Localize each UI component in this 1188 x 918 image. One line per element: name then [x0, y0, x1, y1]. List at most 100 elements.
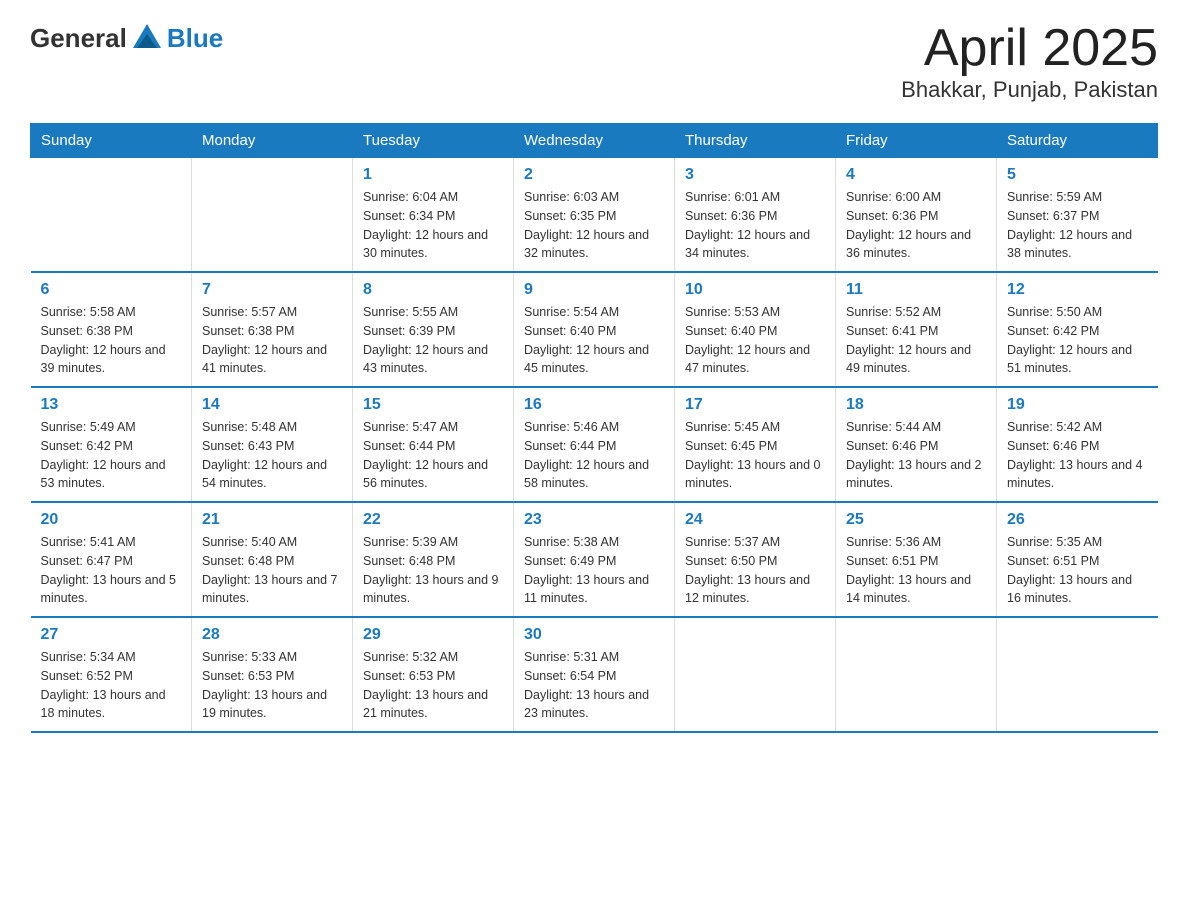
calendar-cell: 16Sunrise: 5:46 AMSunset: 6:44 PMDayligh…	[514, 387, 675, 502]
day-info: Sunrise: 6:04 AMSunset: 6:34 PMDaylight:…	[363, 188, 503, 263]
calendar-cell: 29 Sunrise: 5:32 AMSunset: 6:53 PMDayligh…	[353, 617, 514, 732]
logo-text-general: General	[30, 23, 127, 54]
calendar-cell: 2 Sunrise: 6:03 AMSunset: 6:35 PMDaylight…	[514, 158, 675, 273]
calendar-cell: 5Sunrise: 5:59 AMSunset: 6:37 PMDaylight…	[997, 158, 1158, 273]
day-info: Sunrise: 5:45 AMSunset: 6:45 PMDaylight:…	[685, 418, 825, 493]
day-number: 21	[202, 511, 342, 529]
calendar-table: SundayMondayTuesdayWednesdayThursdayFrid…	[30, 123, 1158, 733]
header-day-friday: Friday	[836, 124, 997, 158]
day-number: 12	[1007, 281, 1148, 299]
day-number: 27	[41, 626, 182, 644]
day-number: 17	[685, 396, 825, 414]
day-number: 13	[41, 396, 182, 414]
day-info: Sunrise: 5:48 AMSunset: 6:43 PMDaylight:…	[202, 418, 342, 493]
calendar-cell: 19Sunrise: 5:42 AMSunset: 6:46 PMDayligh…	[997, 387, 1158, 502]
day-info: Sunrise: 5:34 AMSunset: 6:52 PMDaylight:…	[41, 648, 182, 723]
day-info: Sunrise: 5:54 AMSunset: 6:40 PMDaylight:…	[524, 303, 664, 378]
logo-icon	[129, 20, 165, 56]
calendar-week-2: 6Sunrise: 5:58 AMSunset: 6:38 PMDaylight…	[31, 272, 1158, 387]
calendar-cell	[836, 617, 997, 732]
calendar-cell: 13 Sunrise: 5:49 AMSunset: 6:42 PMDayligh…	[31, 387, 192, 502]
calendar-cell: 25Sunrise: 5:36 AMSunset: 6:51 PMDayligh…	[836, 502, 997, 617]
calendar-body: 1 Sunrise: 6:04 AMSunset: 6:34 PMDaylight…	[31, 158, 1158, 733]
calendar-cell: 8 Sunrise: 5:55 AMSunset: 6:39 PMDaylight…	[353, 272, 514, 387]
calendar-cell: 23Sunrise: 5:38 AMSunset: 6:49 PMDayligh…	[514, 502, 675, 617]
day-number: 1	[363, 166, 503, 184]
day-info: Sunrise: 5:57 AMSunset: 6:38 PMDaylight:…	[202, 303, 342, 378]
header-row: SundayMondayTuesdayWednesdayThursdayFrid…	[31, 124, 1158, 158]
day-info: Sunrise: 5:37 AMSunset: 6:50 PMDaylight:…	[685, 533, 825, 608]
header-day-sunday: Sunday	[31, 124, 192, 158]
day-info: Sunrise: 5:55 AMSunset: 6:39 PMDaylight:…	[363, 303, 503, 378]
day-info: Sunrise: 5:39 AMSunset: 6:48 PMDaylight:…	[363, 533, 503, 608]
calendar-header: SundayMondayTuesdayWednesdayThursdayFrid…	[31, 124, 1158, 158]
calendar-cell: 27 Sunrise: 5:34 AMSunset: 6:52 PMDayligh…	[31, 617, 192, 732]
day-info: Sunrise: 5:33 AMSunset: 6:53 PMDaylight:…	[202, 648, 342, 723]
day-number: 19	[1007, 396, 1148, 414]
day-info: Sunrise: 5:31 AMSunset: 6:54 PMDaylight:…	[524, 648, 664, 723]
calendar-cell: 24 Sunrise: 5:37 AMSunset: 6:50 PMDayligh…	[675, 502, 836, 617]
day-number: 22	[363, 511, 503, 529]
header-day-saturday: Saturday	[997, 124, 1158, 158]
calendar-cell: 14 Sunrise: 5:48 AMSunset: 6:43 PMDayligh…	[192, 387, 353, 502]
calendar-cell	[675, 617, 836, 732]
day-info: Sunrise: 5:47 AMSunset: 6:44 PMDaylight:…	[363, 418, 503, 493]
day-number: 10	[685, 281, 825, 299]
calendar-cell: 18 Sunrise: 5:44 AMSunset: 6:46 PMDayligh…	[836, 387, 997, 502]
title-block: April 2025 Bhakkar, Punjab, Pakistan	[901, 20, 1158, 103]
calendar-cell: 30 Sunrise: 5:31 AMSunset: 6:54 PMDayligh…	[514, 617, 675, 732]
day-number: 25	[846, 511, 986, 529]
calendar-week-3: 13 Sunrise: 5:49 AMSunset: 6:42 PMDayligh…	[31, 387, 1158, 502]
calendar-cell: 21Sunrise: 5:40 AMSunset: 6:48 PMDayligh…	[192, 502, 353, 617]
day-number: 3	[685, 166, 825, 184]
day-number: 26	[1007, 511, 1148, 529]
day-number: 23	[524, 511, 664, 529]
calendar-cell: 15 Sunrise: 5:47 AMSunset: 6:44 PMDayligh…	[353, 387, 514, 502]
day-info: Sunrise: 5:32 AMSunset: 6:53 PMDaylight:…	[363, 648, 503, 723]
day-number: 15	[363, 396, 503, 414]
header-day-thursday: Thursday	[675, 124, 836, 158]
page-header: General Blue April 2025 Bhakkar, Punjab,…	[30, 20, 1158, 103]
day-info: Sunrise: 6:00 AMSunset: 6:36 PMDaylight:…	[846, 188, 986, 263]
day-info: Sunrise: 6:03 AMSunset: 6:35 PMDaylight:…	[524, 188, 664, 263]
calendar-cell	[192, 158, 353, 273]
calendar-cell: 6Sunrise: 5:58 AMSunset: 6:38 PMDaylight…	[31, 272, 192, 387]
header-day-wednesday: Wednesday	[514, 124, 675, 158]
calendar-week-1: 1 Sunrise: 6:04 AMSunset: 6:34 PMDaylight…	[31, 158, 1158, 273]
day-info: Sunrise: 5:49 AMSunset: 6:42 PMDaylight:…	[41, 418, 182, 493]
day-number: 30	[524, 626, 664, 644]
day-number: 4	[846, 166, 986, 184]
calendar-cell: 4 Sunrise: 6:00 AMSunset: 6:36 PMDaylight…	[836, 158, 997, 273]
logo-text-blue: Blue	[167, 23, 223, 54]
calendar-cell: 12 Sunrise: 5:50 AMSunset: 6:42 PMDayligh…	[997, 272, 1158, 387]
day-number: 14	[202, 396, 342, 414]
day-info: Sunrise: 5:58 AMSunset: 6:38 PMDaylight:…	[41, 303, 182, 378]
calendar-cell: 9 Sunrise: 5:54 AMSunset: 6:40 PMDaylight…	[514, 272, 675, 387]
calendar-week-4: 20Sunrise: 5:41 AMSunset: 6:47 PMDayligh…	[31, 502, 1158, 617]
calendar-title: April 2025	[901, 20, 1158, 77]
calendar-cell: 11Sunrise: 5:52 AMSunset: 6:41 PMDayligh…	[836, 272, 997, 387]
day-number: 24	[685, 511, 825, 529]
day-info: Sunrise: 5:53 AMSunset: 6:40 PMDaylight:…	[685, 303, 825, 378]
day-info: Sunrise: 5:44 AMSunset: 6:46 PMDaylight:…	[846, 418, 986, 493]
day-number: 8	[363, 281, 503, 299]
day-info: Sunrise: 6:01 AMSunset: 6:36 PMDaylight:…	[685, 188, 825, 263]
day-number: 5	[1007, 166, 1148, 184]
header-day-tuesday: Tuesday	[353, 124, 514, 158]
calendar-cell: 26 Sunrise: 5:35 AMSunset: 6:51 PMDayligh…	[997, 502, 1158, 617]
day-number: 29	[363, 626, 503, 644]
day-number: 18	[846, 396, 986, 414]
day-info: Sunrise: 5:41 AMSunset: 6:47 PMDaylight:…	[41, 533, 182, 608]
day-number: 9	[524, 281, 664, 299]
calendar-cell: 10 Sunrise: 5:53 AMSunset: 6:40 PMDayligh…	[675, 272, 836, 387]
header-day-monday: Monday	[192, 124, 353, 158]
calendar-cell: 17 Sunrise: 5:45 AMSunset: 6:45 PMDayligh…	[675, 387, 836, 502]
day-number: 2	[524, 166, 664, 184]
day-number: 11	[846, 281, 986, 299]
day-number: 28	[202, 626, 342, 644]
day-info: Sunrise: 5:35 AMSunset: 6:51 PMDaylight:…	[1007, 533, 1148, 608]
day-info: Sunrise: 5:50 AMSunset: 6:42 PMDaylight:…	[1007, 303, 1148, 378]
logo: General Blue	[30, 20, 223, 56]
calendar-cell: 1 Sunrise: 6:04 AMSunset: 6:34 PMDaylight…	[353, 158, 514, 273]
calendar-cell: 3 Sunrise: 6:01 AMSunset: 6:36 PMDaylight…	[675, 158, 836, 273]
